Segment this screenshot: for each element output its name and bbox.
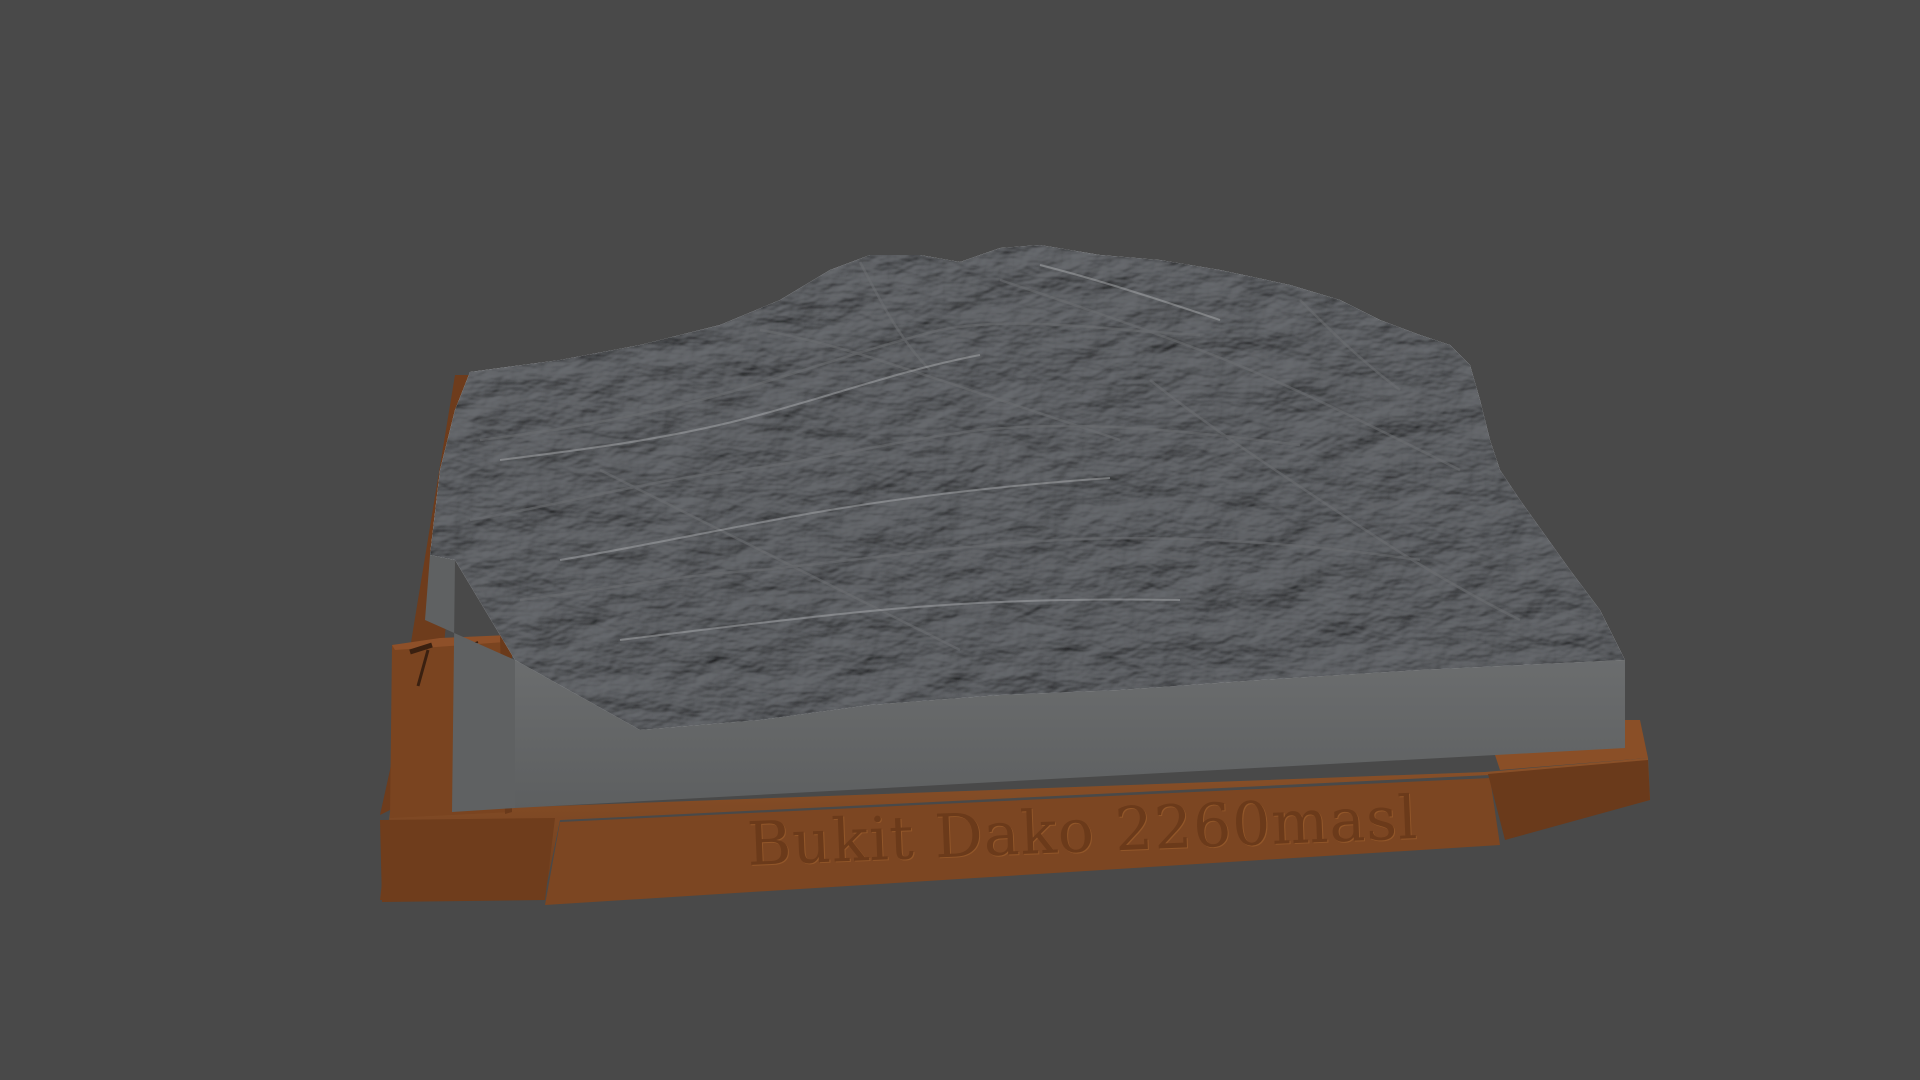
terrain-block — [425, 245, 1625, 812]
base-front-bevel-left — [380, 818, 555, 902]
terrain-model-render[interactable]: Bukit Dako 2260masl Bukit Dako 2260masl — [0, 0, 1920, 1080]
base-front-bevel-right — [1488, 760, 1650, 840]
3d-viewport[interactable]: Bukit Dako 2260masl Bukit Dako 2260masl — [0, 0, 1920, 1080]
